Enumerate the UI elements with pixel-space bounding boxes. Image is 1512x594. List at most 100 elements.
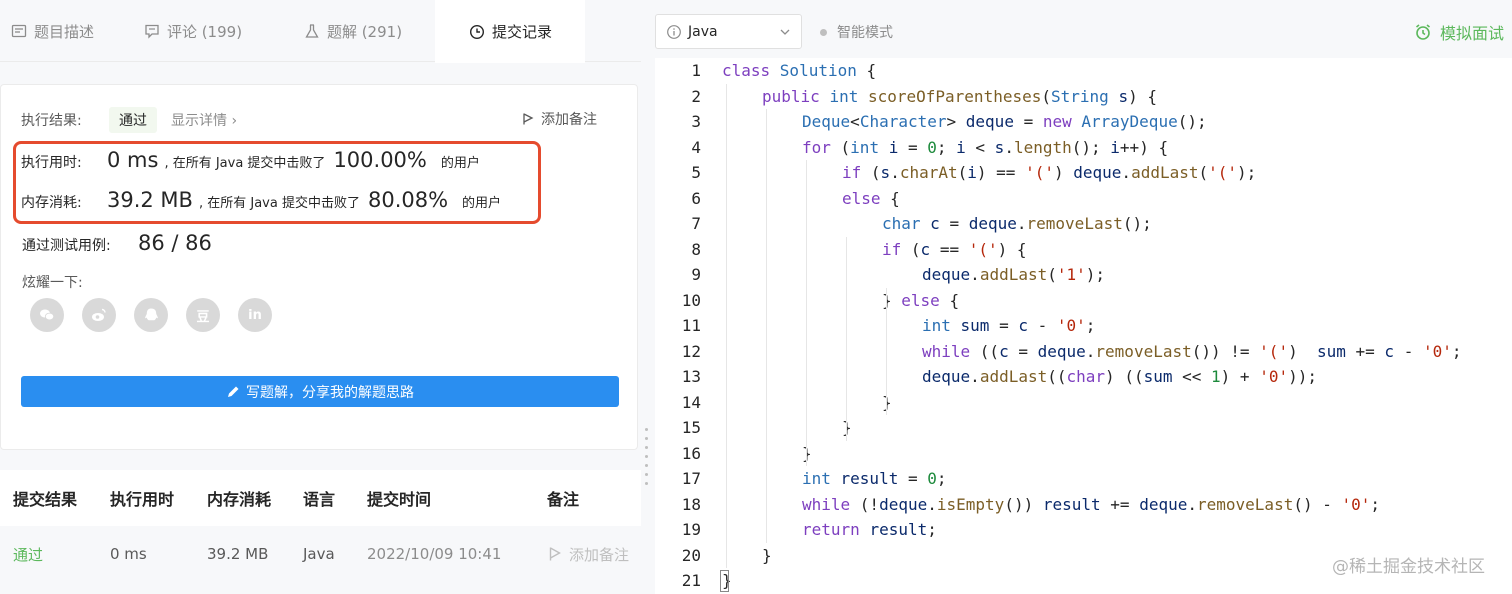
editor-pane: Java 智能模式 模拟面试 1 class Solution { 2 public … (655, 0, 1512, 594)
line-number: 9 (691, 265, 701, 285)
tab-label: 提交记录 (491, 23, 552, 41)
header-memory: 内存消耗 (207, 490, 272, 509)
line-number: 3 (691, 112, 701, 132)
line-number: 8 (691, 239, 701, 259)
test-cases-label: 通过测试用例: (22, 238, 111, 254)
flag-icon (523, 113, 534, 125)
line-number: 5 (691, 163, 701, 183)
code-line[interactable]: 7 char c = deque.removeLast(); (655, 211, 1512, 237)
linkedin-text: in (248, 307, 262, 323)
code-text: deque.addLast('1'); (922, 265, 1106, 285)
smart-mode-dot-icon (820, 28, 827, 36)
clock-icon (468, 23, 486, 41)
code-line[interactable]: 14} (655, 390, 1512, 416)
code-text: if (c == '(') { (882, 239, 1027, 259)
line-number: 17 (681, 469, 701, 489)
tab-comments[interactable]: 评论 (199) (115, 0, 270, 62)
smart-mode-label: 智能模式 (837, 25, 893, 41)
code-editor[interactable]: 1 class Solution { 2 public int scoreOfPare… (655, 58, 1512, 594)
line-number: 4 (691, 137, 701, 157)
indent-guide (806, 160, 807, 466)
table-header: 提交结果 执行用时 内存消耗 语言 提交时间 备注 (0, 470, 641, 526)
code-line[interactable]: 6 else { (655, 186, 1512, 212)
tab-description[interactable]: 题目描述 (0, 0, 115, 62)
tab-label: 题解 (291) (326, 22, 403, 41)
drag-handle-icon[interactable] (645, 428, 649, 485)
runtime-percent: 100.00% (333, 148, 427, 172)
flask-icon (303, 22, 321, 40)
line-number: 6 (691, 188, 701, 208)
code-line[interactable]: 12 while ((c = deque.removeLast()) != '('… (655, 339, 1512, 365)
watermark: @稀土掘金技术社区 (1332, 557, 1485, 577)
code-text: else { (842, 188, 900, 208)
indent-guide (766, 109, 767, 543)
code-line[interactable]: 3 Deque<Character> deque = new ArrayDeque… (655, 109, 1512, 135)
douban-text: 豆 (196, 309, 210, 325)
write-solution-button[interactable]: 写题解，分享我的解题思路 (21, 376, 619, 407)
indent-guide (886, 287, 887, 415)
indent-guide (726, 83, 727, 568)
row-language: Java (303, 545, 335, 563)
line-number: 1 (691, 61, 701, 81)
show-details-link[interactable]: 显示详情 › (171, 110, 237, 130)
memory-tail: 的用户 (462, 196, 502, 211)
linkedin-icon[interactable]: in (238, 298, 272, 332)
code-line[interactable]: 10} else { (655, 288, 1512, 314)
code-text: Deque<Character> deque = new ArrayDeque(… (802, 112, 1207, 132)
code-line[interactable]: 11 int sum = c - '0'; (655, 313, 1512, 339)
code-text: if (s.charAt(i) == '(') deque.addLast('(… (842, 163, 1257, 183)
qq-icon[interactable] (134, 298, 168, 332)
description-icon (10, 22, 28, 40)
indent-guide (846, 236, 847, 441)
douban-icon[interactable]: 豆 (186, 298, 220, 332)
code-text: deque.addLast((char) ((sum << 1) + '0'))… (922, 367, 1317, 387)
submissions-table: 提交结果 执行用时 内存消耗 语言 提交时间 备注 通过 0 ms 39.2 M… (0, 470, 641, 582)
code-line[interactable]: 17 int result = 0; (655, 466, 1512, 492)
line-number: 12 (681, 341, 701, 361)
add-note-button[interactable]: 添加备注 (521, 109, 597, 129)
mock-interview-label: 模拟面试 (1440, 24, 1505, 43)
chevron-down-icon (780, 29, 790, 35)
header-time: 提交时间 (367, 490, 432, 509)
row-result[interactable]: 通过 (0, 544, 97, 565)
code-text: while (!deque.isEmpty()) result += deque… (802, 494, 1381, 514)
tab-submissions[interactable]: 提交记录 (435, 0, 585, 63)
share-label: 炫耀一下: (22, 275, 83, 291)
tab-solutions[interactable]: 题解 (291) (270, 0, 435, 62)
mock-interview-button[interactable]: 模拟面试 (1414, 20, 1504, 44)
language-select[interactable]: Java (655, 14, 802, 49)
code-line[interactable]: 4 for (int i = 0; i < s.length(); i++) { (655, 135, 1512, 161)
memory-value: 39.2 MB (107, 188, 193, 212)
row-runtime: 0 ms (110, 545, 147, 563)
line-number: 21 (681, 571, 701, 591)
runtime-stat: 执行用时: 0 ms , 在所有 Java 提交中击败了 100.00% 的用户 (21, 148, 480, 172)
code-line[interactable]: 19 return result; (655, 517, 1512, 543)
tab-bar: 题目描述 评论 (199) 题解 (291) 提交记录 (0, 0, 641, 63)
wechat-icon[interactable] (30, 298, 64, 332)
comment-icon (143, 22, 161, 40)
code-line[interactable]: 9 deque.addLast('1'); (655, 262, 1512, 288)
row-add-note-button[interactable]: 添加备注 (540, 544, 641, 565)
code-text: class Solution { (722, 61, 877, 81)
code-text: char c = deque.removeLast(); (882, 214, 1152, 234)
pencil-icon (228, 386, 239, 397)
runtime-tail: 的用户 (440, 156, 480, 171)
memory-label: 内存消耗: (21, 195, 82, 211)
code-line[interactable]: 2 public int scoreOfParentheses(String s)… (655, 84, 1512, 110)
left-pane: 题目描述 评论 (199) 题解 (291) 提交记录 执行结果: 通过 显示详… (0, 0, 641, 594)
pane-splitter[interactable] (641, 0, 655, 594)
write-solution-label: 写题解，分享我的解题思路 (246, 384, 414, 401)
code-line[interactable]: 13 deque.addLast((char) ((sum << 1) + '0'… (655, 364, 1512, 390)
weibo-icon[interactable] (82, 298, 116, 332)
code-text: } else { (882, 290, 960, 310)
tab-label: 评论 (199) (166, 22, 243, 41)
line-number: 2 (691, 86, 701, 106)
table-row[interactable]: 通过 0 ms 39.2 MB Java 2022/10/09 10:41 添加… (0, 526, 641, 582)
code-line[interactable]: 1 class Solution { (655, 58, 1512, 84)
code-line[interactable]: 5 if (s.charAt(i) == '(') deque.addLast('… (655, 160, 1512, 186)
smart-mode-toggle[interactable]: 智能模式 (820, 22, 893, 42)
code-line[interactable]: 16} (655, 441, 1512, 467)
code-line[interactable]: 15} (655, 415, 1512, 441)
code-line[interactable]: 18 while (!deque.isEmpty()) result += deq… (655, 492, 1512, 518)
code-line[interactable]: 8 if (c == '(') { (655, 237, 1512, 263)
